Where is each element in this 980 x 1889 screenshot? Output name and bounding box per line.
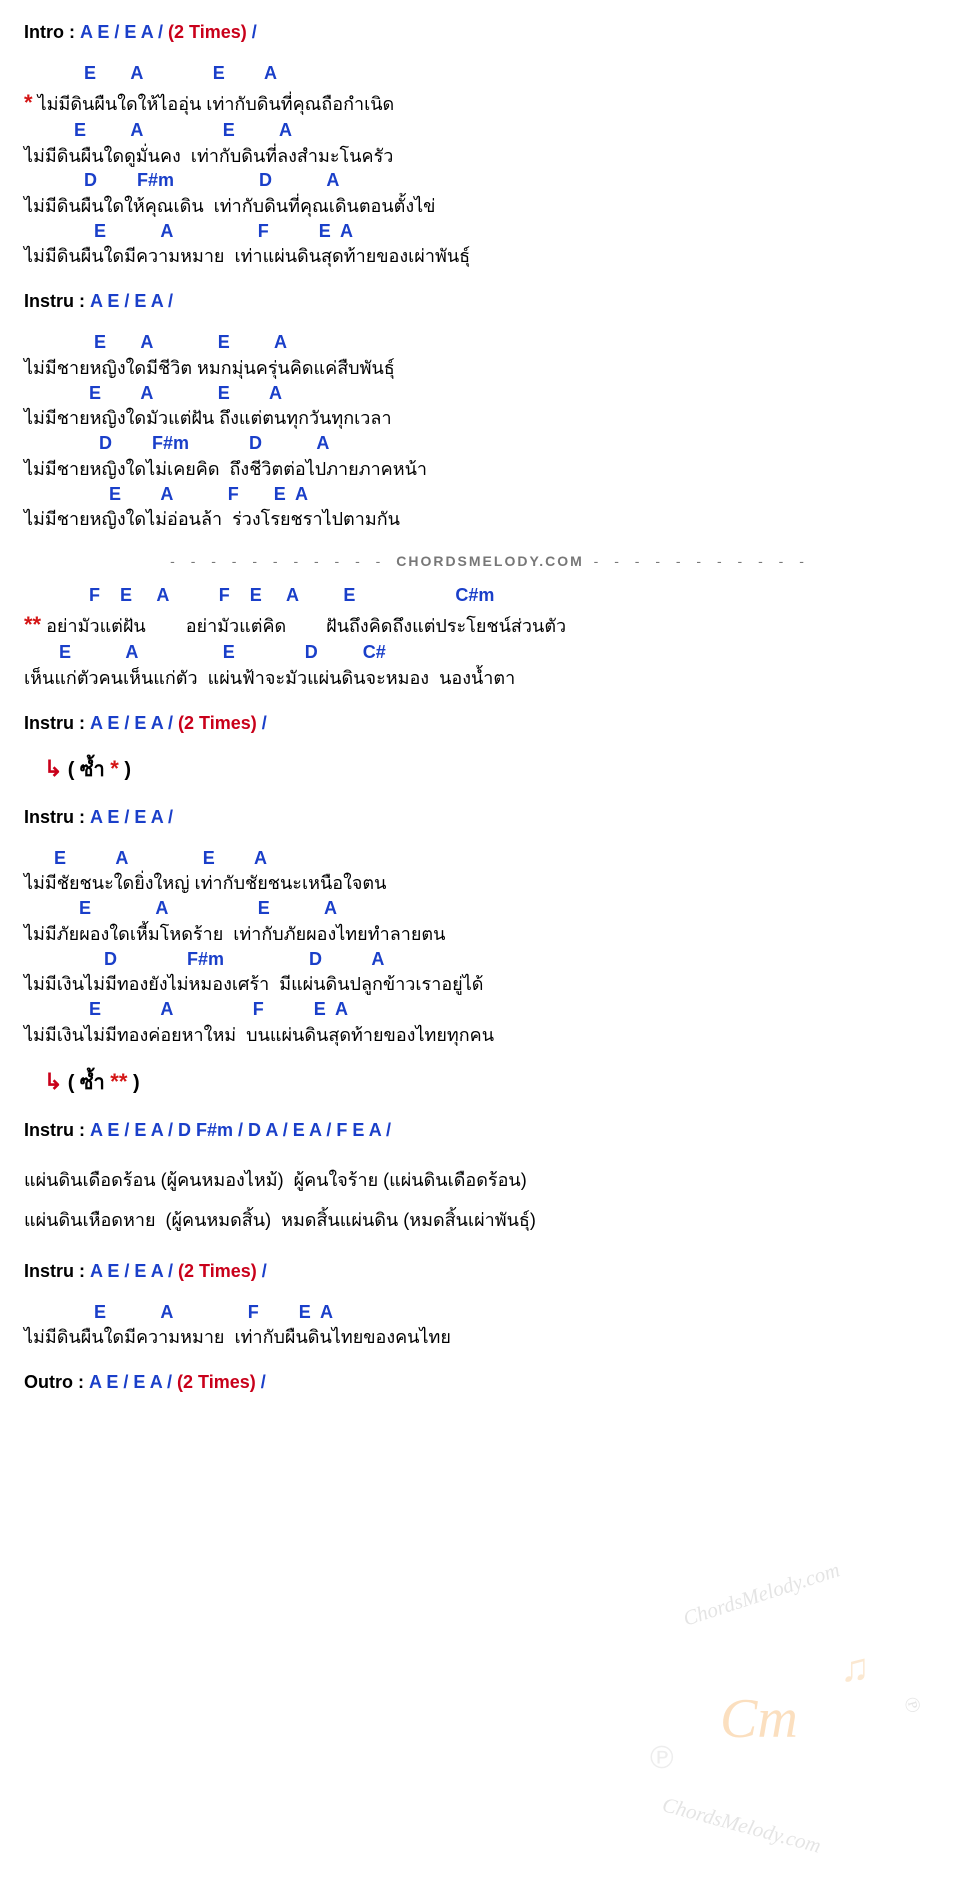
- instru5-chords: A E / E A /: [90, 1261, 173, 1281]
- verse3-chords-1: E A E A: [24, 848, 956, 870]
- intro-times: (2 Times): [168, 22, 247, 42]
- verse1: E A E A * ไม่มีดินผืนใดให้ไออุ่น เท่ากับ…: [24, 63, 956, 271]
- chorus-line1: อย่ามัวแต่ฝัน อย่ามัวแต่คิด ฝันถึงคิดถึง…: [41, 616, 566, 636]
- verse1-chords-3: D F#m D A: [24, 170, 956, 192]
- verse2: E A E A ไม่มีชายหญิงใดมีชีวิต หมกมุ่นครุ…: [24, 332, 956, 534]
- instru3-label: Instru :: [24, 807, 85, 827]
- instru2-section: Instru : A E / E A / (2 Times) /: [24, 711, 956, 736]
- verse2-lyrics-4: ไม่มีชายหญิงใดไม่อ่อนล้า ร่วงโรยชราไปตาม…: [24, 505, 956, 534]
- ending: E A F E A ไม่มีดินผืนใดมีความหมาย เท่ากั…: [24, 1302, 956, 1352]
- guitar-icon: ℗: [650, 1735, 674, 1780]
- repeat-arrow-icon: ↳: [24, 756, 62, 781]
- verse3-chords-2: E A E A: [24, 898, 956, 920]
- chorus-lyrics-2: เห็นแก่ตัวคนเห็นแก่ตัว แผ่นฟ้าจะมัวแผ่นด…: [24, 664, 956, 693]
- verse3-lyrics-4: ไม่มีเงินไม่มีทองค่อยหาใหม่ บนแผ่นดินสุด…: [24, 1021, 956, 1050]
- verse3-lyrics-1: ไม่มีชัยชนะใดยิ่งใหญ่ เท่ากับชัยชนะเหนือ…: [24, 869, 956, 898]
- repeat2-star: **: [110, 1069, 127, 1094]
- verse1-chords-4: E A F E A: [24, 221, 956, 243]
- instru5-label: Instru :: [24, 1261, 85, 1281]
- bridge: แผ่นดินเดือดร้อน (ผู้คนหมองไหม้) ผู้คนใจ…: [24, 1161, 956, 1240]
- instru5-times: (2 Times): [178, 1261, 257, 1281]
- verse3-chords-4: E A F E A: [24, 999, 956, 1021]
- ending-lyrics: ไม่มีดินผืนใดมีความหมาย เท่ากับผืนดินไทย…: [24, 1323, 956, 1352]
- verse3-lyrics-3: ไม่มีเงินไม่มีทองยังไม่หมองเศร้า มีแผ่นด…: [24, 970, 956, 999]
- instru3-section: Instru : A E / E A /: [24, 805, 956, 830]
- instru2-label: Instru :: [24, 713, 85, 733]
- chorus-chords-1: F E A F E A E C#m: [24, 585, 956, 607]
- repeat1-star: *: [110, 756, 119, 781]
- repeat-arrow-icon-2: ↳: [24, 1069, 62, 1094]
- instru3-chords: A E / E A /: [90, 807, 173, 827]
- watermark-logo: Cm: [720, 1680, 798, 1758]
- verse1-lyrics-2: ไม่มีดินผืนใดดูมั่นคง เท่ากับดินที่ลงสำม…: [24, 142, 956, 171]
- watermark: ChordsMelody.com ♫ Cm ℗ ℗ ChordsMelody.c…: [640, 1580, 900, 1840]
- instru5-tail: /: [262, 1261, 267, 1281]
- divider: - - - - - - - - - - - CHORDSMELODY.COM -…: [24, 552, 956, 572]
- divider-dashes-right: - - - - - - - - - - -: [594, 553, 810, 569]
- verse2-lyrics-2: ไม่มีชายหญิงใดมัวแต่ฝัน ถึงแต่ตนทุกวันทุ…: [24, 404, 956, 433]
- instru1-chords: A E / E A /: [90, 291, 173, 311]
- verse2-chords-3: D F#m D A: [24, 433, 956, 455]
- ending-chords: E A F E A: [24, 1302, 956, 1324]
- instru4-section: Instru : A E / E A / D F#m / D A / E A /…: [24, 1118, 956, 1143]
- verse1-line1: ไม่มีดินผืนใดให้ไออุ่น เท่ากับดินที่คุณถ…: [33, 94, 395, 114]
- instru4-label: Instru :: [24, 1120, 85, 1140]
- chorus-chords-2: E A E D C#: [24, 642, 956, 664]
- instru1-label: Instru :: [24, 291, 85, 311]
- intro-chords: A E / E A /: [80, 22, 163, 42]
- bridge-line-1: แผ่นดินเดือดร้อน (ผู้คนหมองไหม้) ผู้คนใจ…: [24, 1161, 956, 1201]
- verse2-chords-1: E A E A: [24, 332, 956, 354]
- verse3-chords-3: D F#m D A: [24, 949, 956, 971]
- divider-site: CHORDSMELODY.COM: [396, 553, 584, 569]
- watermark-text-bottom: ChordsMelody.com: [659, 1790, 824, 1861]
- music-note-icon: ♫: [840, 1640, 870, 1696]
- verse1-chords-2: E A E A: [24, 120, 956, 142]
- verse2-lyrics-3: ไม่มีชายหญิงใดไม่เคยคิด ถึงชีวิตต่อไปภาย…: [24, 455, 956, 484]
- verse1-lyrics-4: ไม่มีดินผืนใดมีความหมาย เท่าแผ่นดินสุดท้…: [24, 242, 956, 271]
- repeat1: ↳ ( ซ้ำ * ): [24, 754, 956, 785]
- instru2-tail: /: [262, 713, 267, 733]
- outro-chords: A E / E A /: [89, 1372, 172, 1392]
- repeat1-text: ( ซ้ำ * ): [68, 759, 131, 781]
- verse1-chords-1: E A E A: [24, 63, 956, 85]
- outro-section: Outro : A E / E A / (2 Times) /: [24, 1370, 956, 1395]
- chorus: F E A F E A E C#m ** อย่ามัวแต่ฝัน อย่าม…: [24, 585, 956, 692]
- outro-times: (2 Times): [177, 1372, 256, 1392]
- instru2-chords: A E / E A /: [90, 713, 173, 733]
- verse1-lyrics-3: ไม่มีดินผืนใดให้คุณเดิน เท่ากับดินที่คุณ…: [24, 192, 956, 221]
- verse2-lyrics-1: ไม่มีชายหญิงใดมีชีวิต หมกมุ่นครุ่นคิดแค่…: [24, 354, 956, 383]
- verse2-chords-4: E A F E A: [24, 484, 956, 506]
- instru2-times: (2 Times): [178, 713, 257, 733]
- instru4-chords: A E / E A / D F#m / D A / E A / F E A /: [90, 1120, 391, 1140]
- star-marker-1: *: [24, 90, 33, 115]
- bridge-line-2: แผ่นดินเหือดหาย (ผู้คนหมดสิ้น) หมดสิ้นแผ…: [24, 1201, 956, 1241]
- watermark-text-top: ChordsMelody.com: [679, 1556, 843, 1634]
- intro-label: Intro :: [24, 22, 75, 42]
- verse2-chords-2: E A E A: [24, 383, 956, 405]
- instru1-section: Instru : A E / E A /: [24, 289, 956, 314]
- outro-label: Outro :: [24, 1372, 84, 1392]
- divider-dashes-left: - - - - - - - - - - -: [170, 553, 386, 569]
- watermark-text-right: ℗: [896, 1693, 929, 1716]
- chorus-lyrics-1: ** อย่ามัวแต่ฝัน อย่ามัวแต่คิด ฝันถึงคิด…: [24, 607, 956, 642]
- intro-section: Intro : A E / E A / (2 Times) /: [24, 20, 956, 45]
- verse3: E A E A ไม่มีชัยชนะใดยิ่งใหญ่ เท่ากับชัย…: [24, 848, 956, 1050]
- verse3-lyrics-2: ไม่มีภัยผองใดเหี้มโหดร้าย เท่ากับภัยผองไ…: [24, 920, 956, 949]
- repeat2-text: ( ซ้ำ ** ): [68, 1072, 140, 1094]
- outro-tail: /: [261, 1372, 266, 1392]
- repeat2: ↳ ( ซ้ำ ** ): [24, 1067, 956, 1098]
- verse1-lyrics-1: * ไม่มีดินผืนใดให้ไออุ่น เท่ากับดินที่คุ…: [24, 85, 956, 120]
- instru5-section: Instru : A E / E A / (2 Times) /: [24, 1259, 956, 1284]
- star-marker-2: **: [24, 612, 41, 637]
- intro-tail: /: [252, 22, 257, 42]
